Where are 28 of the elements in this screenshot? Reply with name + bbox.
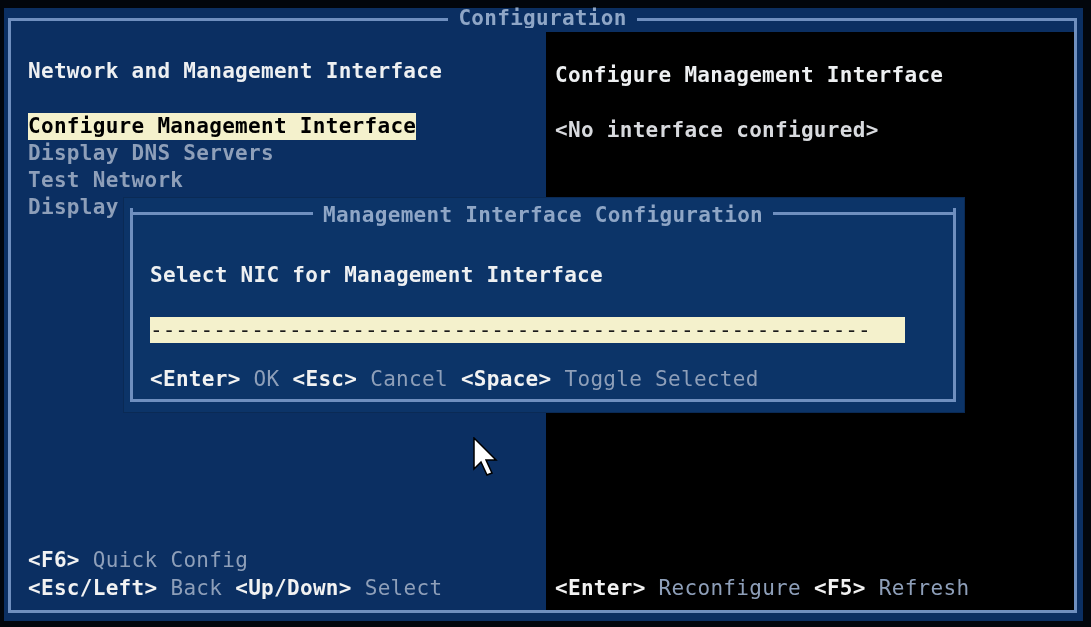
hotkey-label: <Up/Down> <box>235 575 352 602</box>
hotkey-label: <Esc/Left> <box>28 575 158 602</box>
panel-heading: Network and Management Interface <box>28 58 444 85</box>
nic-list-row[interactable]: --------------------------------------------------------- <box>150 317 905 343</box>
hotkey-action: Reconfigure <box>658 575 801 602</box>
status-text: <No interface configured> <box>555 117 880 144</box>
panel-heading: Configure Management Interface <box>555 62 945 89</box>
hotkey-action: Quick Config <box>92 547 249 574</box>
hotkey-action: Select <box>364 575 443 602</box>
hotkey-label: <Enter> <box>555 575 646 602</box>
menu-item[interactable]: Configure Management Interface <box>28 113 417 140</box>
hotkey-action: OK <box>253 366 280 393</box>
dialog-prompt: Select NIC for Management Interface <box>150 262 604 289</box>
menu-item[interactable]: Test Network <box>28 167 184 194</box>
hotkey-action: Back <box>170 575 223 602</box>
hotkey-label: <Space> <box>460 366 552 393</box>
hotkey-action: Cancel <box>370 366 448 393</box>
hotkey-label: <Enter> <box>150 366 241 393</box>
hotkey-action: Toggle Selected <box>564 366 759 393</box>
hotkey-label: <F5> <box>814 575 866 602</box>
window-title: Configuration <box>457 8 628 28</box>
hotkey-label: <F6> <box>28 547 80 574</box>
menu-item[interactable]: Display DNS Servers <box>28 140 274 167</box>
hotkey-label: <Esc> <box>292 366 358 393</box>
menu-item[interactable]: Display <box>28 194 119 221</box>
dialog-title: Management Interface Configuration <box>321 205 765 225</box>
hotkey-action: Refresh <box>878 575 970 602</box>
mouse-pointer-icon <box>473 437 499 477</box>
